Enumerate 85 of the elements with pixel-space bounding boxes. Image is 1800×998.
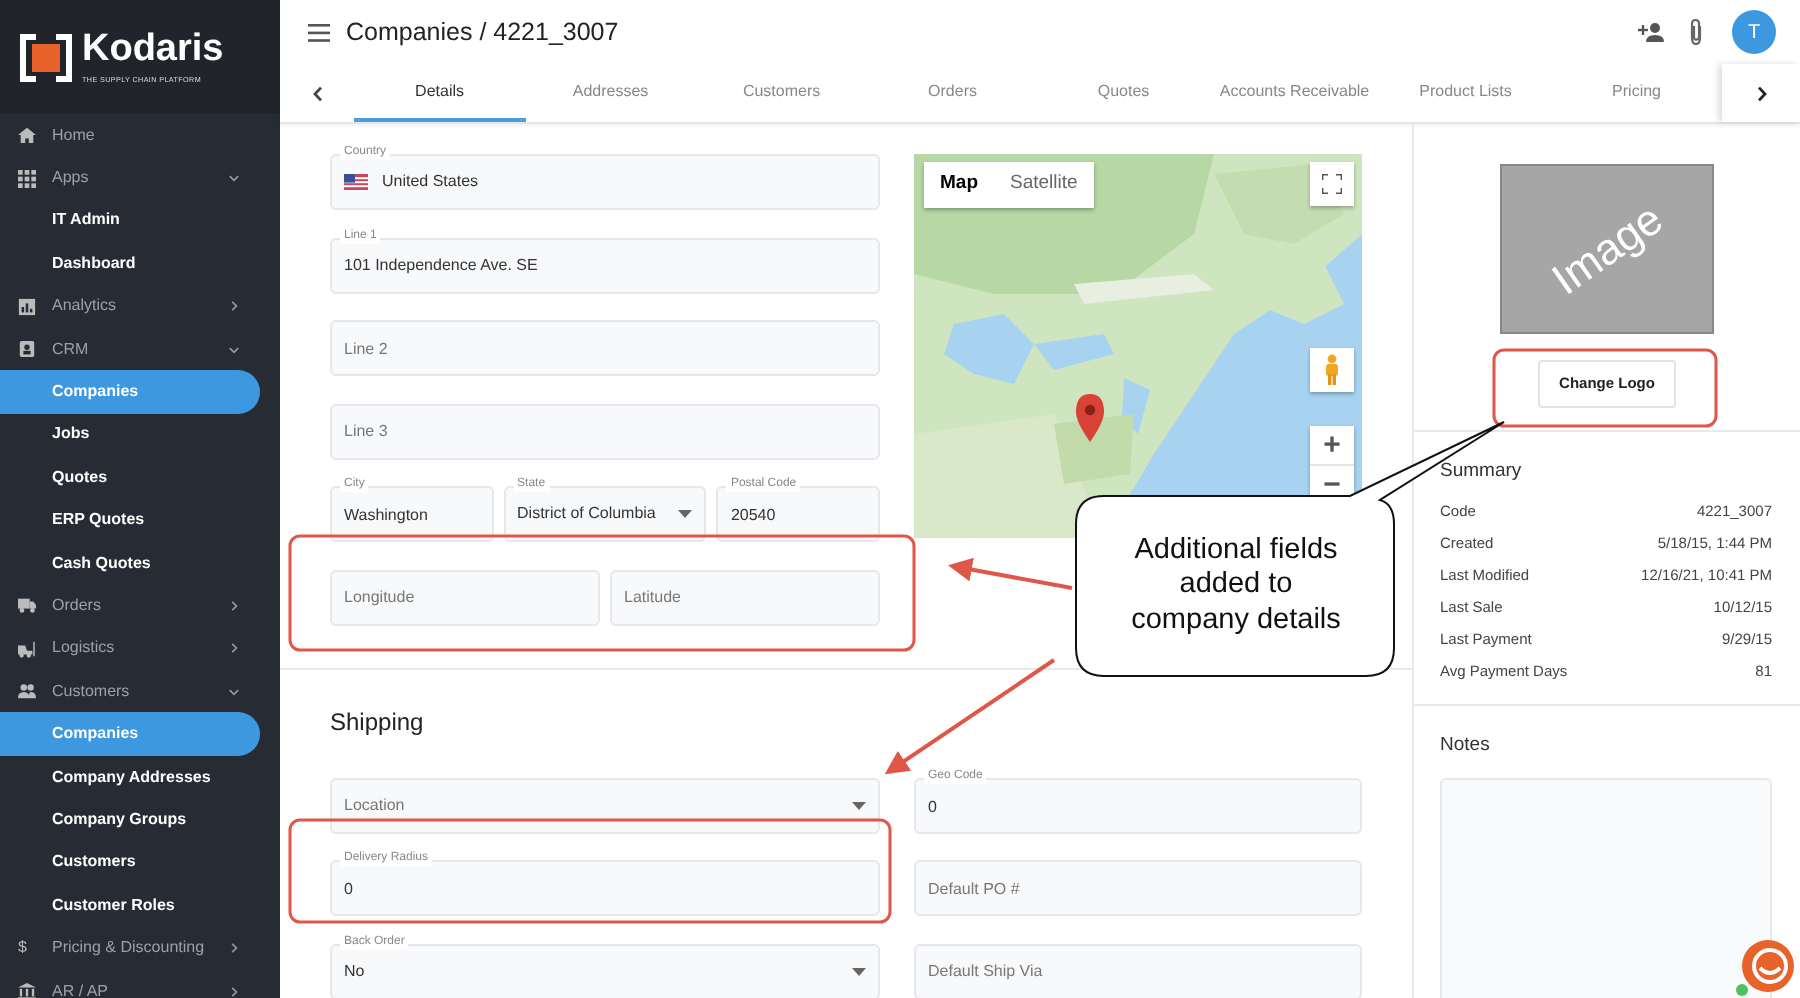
tab[interactable]: Addresses	[525, 64, 697, 122]
callout-text: Additional fields added to company details	[1129, 531, 1343, 640]
sidebar-item[interactable]: Customer Roles	[0, 884, 260, 927]
badge-icon	[18, 340, 36, 359]
chevron-right-icon	[1755, 85, 1768, 101]
text-field[interactable]: Default Ship Via	[914, 943, 1362, 998]
people-icon	[18, 682, 36, 701]
text-field[interactable]: Default PO #	[914, 860, 1362, 917]
paperclip-icon[interactable]	[1688, 18, 1704, 46]
text-field[interactable]: 0	[330, 860, 880, 917]
arrow	[948, 557, 1073, 590]
bank-icon	[18, 982, 36, 998]
sidebar-item[interactable]: Cash Quotes	[0, 541, 260, 585]
map-mode-tab[interactable]: Satellite	[994, 162, 1094, 208]
sidebar-item[interactable]: Home	[0, 114, 260, 157]
caret-icon	[852, 967, 866, 976]
chevron-right-icon	[228, 599, 240, 612]
dropdown-field[interactable]: District of Columbia	[503, 486, 707, 543]
sidebar-item[interactable]: Company Addresses	[0, 755, 260, 799]
sidebar-item[interactable]: Customers	[0, 670, 260, 713]
sidebar-item[interactable]: ERP Quotes	[0, 499, 260, 542]
tab[interactable]: Pricing	[1551, 64, 1723, 122]
sidebar-item[interactable]: Logistics	[0, 627, 260, 671]
sidebar-item[interactable]: AR / AP	[0, 969, 260, 998]
sidebar-item[interactable]: Jobs	[0, 413, 260, 457]
caret-icon	[678, 510, 693, 519]
country-field[interactable]: United States	[330, 154, 880, 210]
street-view-button[interactable]	[1310, 348, 1354, 392]
tab[interactable]: Quotes	[1038, 64, 1210, 122]
chevron-down-icon	[228, 685, 240, 698]
sidebar-item[interactable]: Company Groups	[0, 798, 260, 842]
chevron-right-icon	[228, 300, 240, 313]
home-icon	[18, 126, 36, 145]
sidebar-item[interactable]: IT Admin	[0, 199, 260, 243]
dollar-icon: $	[18, 936, 36, 961]
text-field[interactable]: 101 Independence Ave. SE	[330, 237, 880, 294]
sidebar-item[interactable]: $ Pricing & Discounting	[0, 926, 260, 970]
caret-icon	[852, 802, 866, 810]
dropdown-field[interactable]: No	[330, 943, 880, 998]
sidebar-item[interactable]: Dashboard	[0, 242, 260, 286]
notes-field[interactable]	[1440, 778, 1772, 998]
chat-widget-icon[interactable]	[1734, 934, 1794, 998]
sidebar-item[interactable]: Analytics	[0, 285, 260, 328]
text-field[interactable]: 0	[914, 778, 1362, 834]
text-field[interactable]: Line 3	[330, 403, 880, 460]
add-person-icon[interactable]	[1638, 22, 1664, 42]
truck-icon	[18, 596, 36, 615]
logo-icon	[20, 33, 72, 81]
text-field[interactable]: Line 2	[330, 320, 880, 377]
fullscreen-button[interactable]	[1310, 162, 1354, 206]
tab[interactable]: Orders	[867, 64, 1039, 122]
chevron-right-icon	[228, 642, 240, 655]
chart-icon	[18, 297, 36, 316]
tab[interactable]: Accounts Receivable	[1209, 64, 1381, 122]
chevron-right-icon	[228, 985, 240, 997]
section-title: Notes	[1440, 732, 1492, 760]
pegman-icon	[1324, 354, 1340, 386]
map-mode-tab[interactable]: Map	[924, 162, 994, 208]
flag-icon	[344, 174, 368, 190]
grid-icon	[18, 169, 36, 188]
sidebar-item[interactable]: CRM	[0, 327, 260, 371]
sidebar-item[interactable]: Quotes	[0, 456, 260, 500]
section-title: Summary	[1440, 458, 1524, 486]
tab[interactable]: Details	[354, 64, 526, 122]
chevron-down-icon	[228, 343, 240, 356]
forklift-icon	[18, 639, 36, 658]
dropdown-field[interactable]: Location	[330, 778, 880, 834]
text-field[interactable]: Washington	[330, 486, 494, 543]
sidebar-item[interactable]: Customers	[0, 841, 260, 885]
chevron-down-icon	[228, 172, 240, 185]
chevron-right-icon	[228, 942, 240, 955]
text-field[interactable]: Longitude	[330, 569, 600, 626]
menu-icon[interactable]	[308, 23, 330, 41]
tab[interactable]: Customers	[696, 64, 868, 122]
tab[interactable]: Product Lists	[1380, 64, 1552, 122]
zoom-in-button[interactable]: +	[1310, 426, 1354, 464]
chevron-left-icon	[311, 85, 324, 101]
page-title: Companies / 4221_3007	[346, 15, 619, 50]
sidebar-item[interactable]: Apps	[0, 156, 260, 200]
text-field[interactable]: Latitude	[610, 569, 880, 626]
text-field[interactable]: 20540	[716, 486, 880, 543]
logo-text: Kodaris	[82, 28, 224, 71]
section-title: Shipping	[330, 706, 426, 740]
fullscreen-icon	[1322, 174, 1342, 194]
sidebar-item[interactable]: Orders	[0, 584, 260, 628]
